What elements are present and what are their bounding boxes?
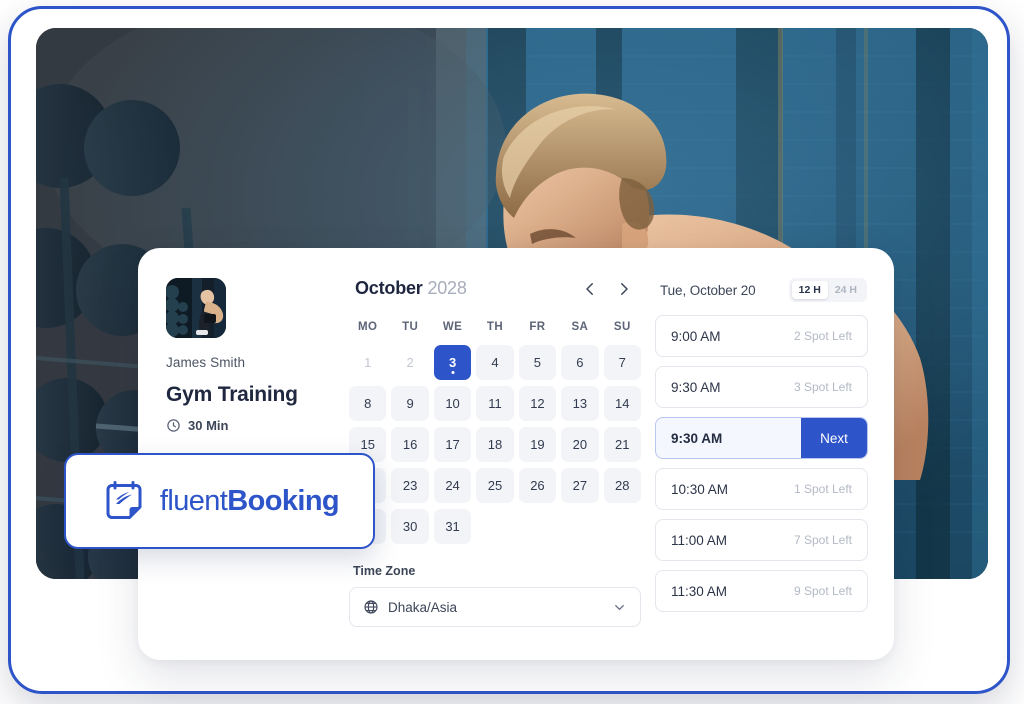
calendar-day-18[interactable]: 18 xyxy=(476,427,514,462)
calendar-day-19[interactable]: 19 xyxy=(518,427,557,462)
time-slot[interactable]: 9:00 AM 2 Spot Left xyxy=(655,315,868,357)
avatar-gym-thumbnail xyxy=(166,278,226,338)
slot-spots-left: 1 Spot Left xyxy=(793,482,852,496)
time-slot[interactable]: 10:30 AM 1 Spot Left xyxy=(655,468,868,510)
calendar-day-2: 2 xyxy=(391,345,428,380)
calendar-day-31[interactable]: 31 xyxy=(433,509,472,544)
calendar-day-17[interactable]: 17 xyxy=(433,427,472,462)
calendar-day-28[interactable]: 28 xyxy=(603,468,641,503)
calendar-day-30[interactable]: 30 xyxy=(391,509,429,544)
calendar-month-title: October 2028 xyxy=(355,278,467,299)
calendar-day-10[interactable]: 10 xyxy=(433,386,472,421)
calendar-day-8[interactable]: 8 xyxy=(349,386,387,421)
fluentbooking-calendar-icon xyxy=(106,481,142,519)
calendar-day-1: 1 xyxy=(349,345,386,380)
weekday-we: WE xyxy=(442,321,463,333)
fluentbooking-wordmark: fluentBooking xyxy=(159,484,340,518)
calendar-day-9[interactable]: 9 xyxy=(391,386,429,421)
slot-list: 9:00 AM 2 Spot Left 9:30 AM 3 Spot Left 9:30… xyxy=(655,315,868,612)
calendar-day-3[interactable]: 3 xyxy=(433,345,472,380)
time-slot[interactable]: 11:30 AM 9 Spot Left xyxy=(655,570,868,612)
calendar-day-24[interactable]: 24 xyxy=(433,468,472,503)
duration-label: 30 Min xyxy=(188,418,229,433)
chevron-down-icon xyxy=(615,604,624,610)
calendar-year: 2028 xyxy=(427,278,467,298)
time-slot[interactable]: 9:30 AM 3 Spot Left xyxy=(655,366,868,408)
calendar-day-16[interactable]: 16 xyxy=(391,427,429,462)
weekday-tu: TU xyxy=(402,321,419,333)
calendar-day-6[interactable]: 6 xyxy=(561,345,599,380)
calendar-day-empty xyxy=(476,509,513,544)
slot-time: 11:00 AM xyxy=(671,532,728,548)
slot-time: 9:00 AM xyxy=(671,328,721,344)
calendar-day-26[interactable]: 26 xyxy=(518,468,557,503)
calendar-day-11[interactable]: 11 xyxy=(476,386,514,421)
timezone-label: Time Zone xyxy=(353,564,416,578)
timezone-select[interactable]: Dhaka/Asia xyxy=(349,587,641,627)
calendar-day-14[interactable]: 14 xyxy=(603,386,641,421)
calendar-panel: October 2028 MO TU WE TH FR SA SU 1 2 3 … xyxy=(341,272,655,638)
slot-spots-left: 2 Spot Left xyxy=(793,329,852,343)
weekday-su: SU xyxy=(613,321,631,333)
weekday-fr: FR xyxy=(529,321,546,333)
slot-spots-left: 9 Spot Left xyxy=(793,584,852,598)
time-slot-selected[interactable]: 9:30 AM Next xyxy=(655,417,868,459)
slot-spots-left: 3 Spot Left xyxy=(793,380,852,394)
calendar-day-4[interactable]: 4 xyxy=(476,345,514,380)
calendar-month: October xyxy=(355,278,423,298)
event-title: Gym Training xyxy=(166,383,298,406)
chevron-right-icon xyxy=(621,282,628,295)
weekday-sa: SA xyxy=(571,321,589,333)
globe-icon xyxy=(364,600,378,614)
hour-format-toggle: 12 H 24 H xyxy=(788,278,867,302)
next-button[interactable]: Next xyxy=(801,418,867,458)
calendar-day-7[interactable]: 7 xyxy=(603,345,641,380)
prev-month-button[interactable] xyxy=(581,280,599,298)
hour-format-12h[interactable]: 12 H xyxy=(791,281,828,299)
selected-date-label: Tue, October 20 xyxy=(660,282,756,298)
calendar-day-20[interactable]: 20 xyxy=(561,427,599,462)
logo-text-bold: Booking xyxy=(227,484,340,517)
fluentbooking-logo-badge: fluentBooking xyxy=(64,453,375,549)
weekday-th: TH xyxy=(486,321,504,333)
calendar-day-23[interactable]: 23 xyxy=(391,468,429,503)
calendar-day-empty xyxy=(604,509,641,544)
slot-spots-left: 7 Spot Left xyxy=(793,533,852,547)
time-slot[interactable]: 11:00 AM 7 Spot Left xyxy=(655,519,868,561)
calendar-day-25[interactable]: 25 xyxy=(476,468,514,503)
chevron-left-icon xyxy=(586,282,593,295)
calendar-weekday-row: MO TU WE TH FR SA SU xyxy=(349,321,641,333)
logo-text-thin: fluent xyxy=(159,484,228,517)
calendar-day-12[interactable]: 12 xyxy=(518,386,557,421)
calendar-day-13[interactable]: 13 xyxy=(561,386,599,421)
clock-icon xyxy=(167,419,180,432)
calendar-day-empty xyxy=(561,509,598,544)
timezone-value: Dhaka/Asia xyxy=(388,599,458,615)
slot-time: 11:30 AM xyxy=(671,583,728,599)
host-name: James Smith xyxy=(166,355,246,370)
event-duration: 30 Min xyxy=(166,418,341,433)
slot-time: 10:30 AM xyxy=(671,481,729,497)
calendar-day-empty xyxy=(519,509,556,544)
time-slots-panel: Tue, October 20 12 H 24 H 9:00 AM 2 Spot L… xyxy=(655,272,868,638)
next-month-button[interactable] xyxy=(615,280,633,298)
weekday-mo: MO xyxy=(358,321,378,333)
slot-time: 9:30 AM xyxy=(671,430,723,446)
avatar xyxy=(166,278,226,338)
slot-time: 9:30 AM xyxy=(671,379,721,395)
screenshot-stage: James Smith Gym Training 30 Min October … xyxy=(0,0,1024,704)
calendar-day-5[interactable]: 5 xyxy=(518,345,557,380)
calendar-day-grid: 1234567891011121314151617181920212223242… xyxy=(349,345,641,544)
calendar-nav xyxy=(581,280,637,298)
hour-format-24h[interactable]: 24 H xyxy=(828,281,864,299)
slots-header: Tue, October 20 12 H 24 H xyxy=(655,278,868,302)
calendar-day-21[interactable]: 21 xyxy=(603,427,641,462)
calendar-day-27[interactable]: 27 xyxy=(561,468,599,503)
calendar-header: October 2028 xyxy=(349,272,641,299)
